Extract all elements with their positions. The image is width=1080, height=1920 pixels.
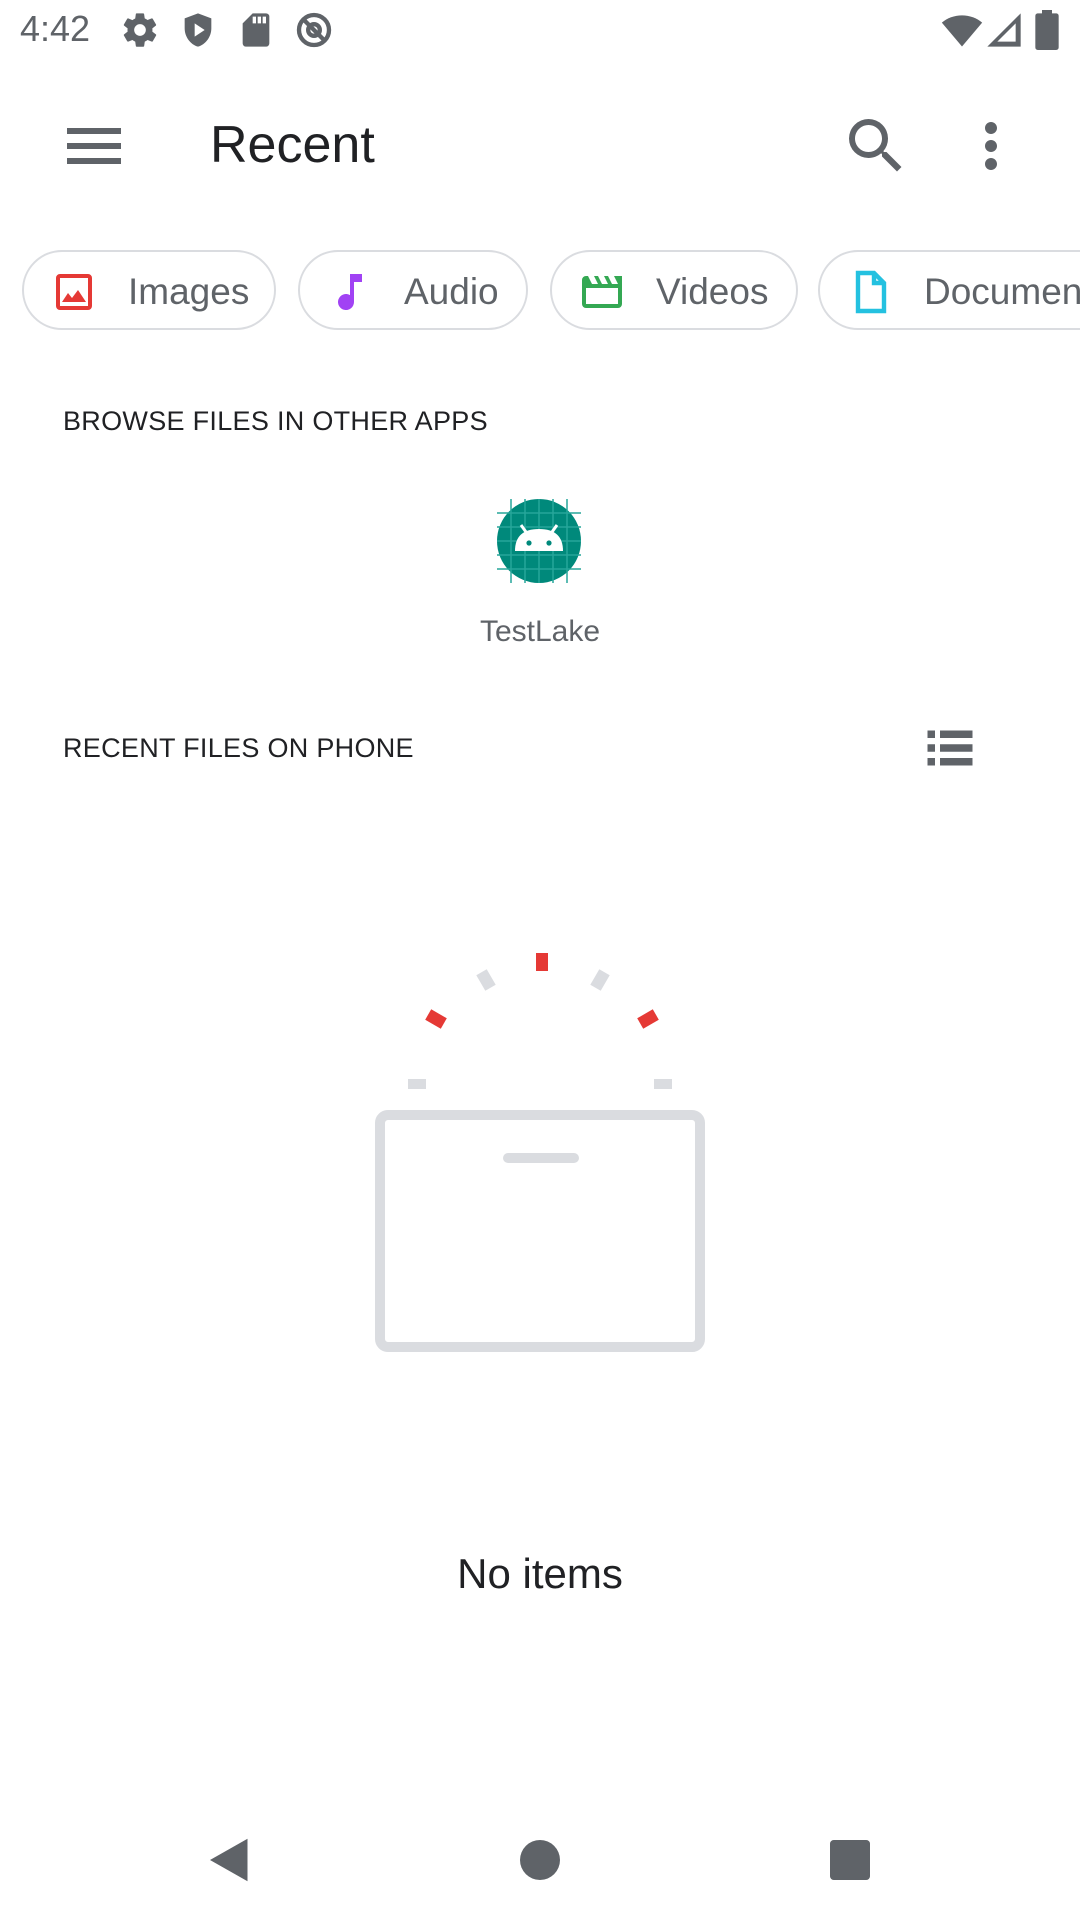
list-view-icon bbox=[927, 730, 973, 766]
android-app-icon bbox=[497, 499, 581, 583]
more-vert-icon bbox=[985, 122, 997, 170]
recent-section-header: RECENT FILES ON PHONE bbox=[63, 733, 414, 763]
recents-button[interactable] bbox=[820, 1830, 880, 1890]
chip-label: Videos bbox=[656, 271, 769, 312]
sd-card-icon bbox=[242, 13, 270, 47]
chip-images[interactable]: Images bbox=[22, 250, 276, 330]
wifi-icon bbox=[941, 15, 983, 47]
home-button[interactable] bbox=[510, 1830, 570, 1890]
status-bar: 4:42 bbox=[0, 0, 1080, 62]
more-options-button[interactable] bbox=[955, 110, 1027, 182]
chip-label: Audio bbox=[404, 271, 499, 312]
empty-state-message: No items bbox=[457, 1550, 623, 1597]
empty-tray-illustration bbox=[375, 953, 705, 1352]
app-shortcut-testlake[interactable]: TestLake bbox=[440, 495, 640, 665]
status-time: 4:42 bbox=[20, 8, 91, 49]
list-view-toggle-button[interactable] bbox=[920, 718, 980, 778]
menu-icon bbox=[67, 128, 121, 164]
app-label: TestLake bbox=[479, 615, 601, 648]
app-bar bbox=[0, 62, 1080, 232]
back-button[interactable] bbox=[200, 1830, 260, 1890]
image-icon bbox=[56, 274, 92, 310]
document-icon bbox=[855, 270, 887, 314]
search-icon bbox=[849, 119, 902, 172]
chip-label: Documents bbox=[924, 271, 1080, 312]
cellular-signal-icon bbox=[987, 13, 1021, 47]
chip-label: Images bbox=[128, 271, 250, 312]
recents-icon bbox=[830, 1840, 870, 1880]
page-title: Recent bbox=[210, 116, 375, 174]
home-icon bbox=[520, 1840, 560, 1880]
back-icon bbox=[210, 1838, 248, 1882]
shield-icon bbox=[184, 13, 212, 47]
chip-audio[interactable]: Audio bbox=[298, 250, 528, 330]
browse-section-header: BROWSE FILES IN OTHER APPS bbox=[63, 406, 488, 436]
battery-icon bbox=[1035, 10, 1059, 50]
gear-icon bbox=[123, 13, 157, 47]
menu-button[interactable] bbox=[58, 110, 130, 182]
music-note-icon bbox=[338, 274, 362, 311]
chip-videos[interactable]: Videos bbox=[550, 250, 798, 330]
video-clapper-icon bbox=[582, 276, 622, 308]
filter-chips-row: Images Audio Videos Documents bbox=[0, 250, 1080, 340]
at-sign-icon bbox=[296, 12, 332, 48]
chip-documents[interactable]: Documents bbox=[818, 250, 1080, 330]
search-button[interactable] bbox=[840, 110, 912, 182]
